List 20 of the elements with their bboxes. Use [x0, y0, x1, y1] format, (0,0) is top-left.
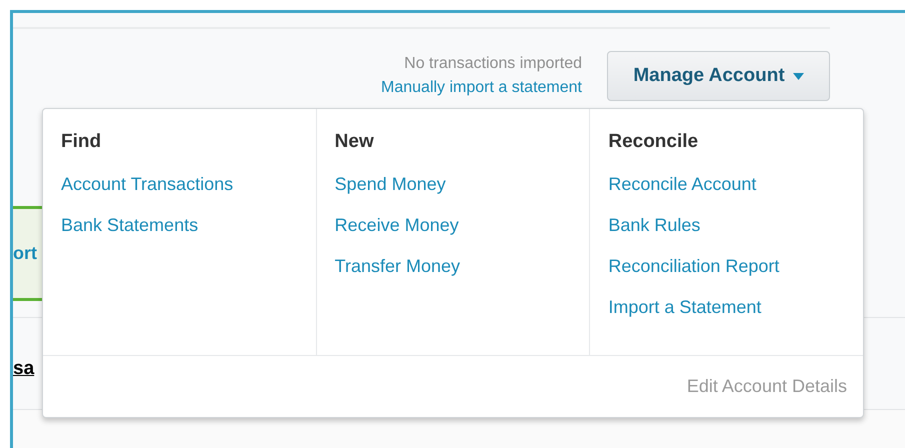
bold-link[interactable]: sa	[13, 358, 34, 380]
menu-item[interactable]: Spend Money	[334, 174, 572, 215]
tab-label: ort	[13, 243, 37, 264]
menu-item[interactable]: Reconciliation Report	[608, 256, 846, 297]
menu-item[interactable]: Account Transactions	[61, 174, 298, 215]
menu-item[interactable]: Transfer Money	[334, 256, 572, 297]
status-message: No transactions imported	[404, 55, 582, 73]
menu-heading: New	[334, 131, 375, 154]
menu-item[interactable]: Import a Statement	[608, 297, 846, 338]
menu-item[interactable]: Bank Rules	[608, 215, 846, 256]
menu-item[interactable]: Reconcile Account	[608, 174, 846, 215]
menu-item[interactable]: Receive Money	[334, 215, 572, 256]
menu-heading: Reconcile	[608, 131, 700, 154]
menu-heading: Find	[61, 131, 102, 154]
import-statement-link[interactable]: Manually import a statement	[381, 79, 582, 97]
caret-icon	[792, 72, 804, 80]
tab-panel[interactable]: ort	[13, 206, 45, 301]
manage-account-button[interactable]: Manage Account	[607, 51, 830, 101]
menu-item[interactable]: Bank Statements	[61, 215, 298, 256]
edit-account-link[interactable]: Edit Account Details	[686, 376, 847, 397]
